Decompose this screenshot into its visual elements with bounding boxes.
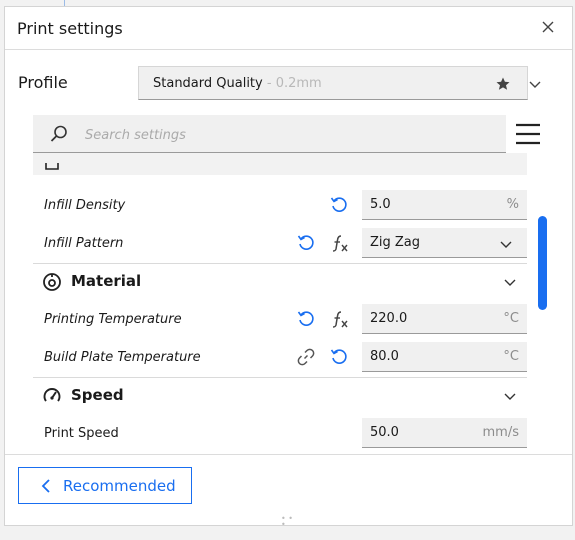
reset-icon[interactable] [296,309,316,329]
scrollbar-thumb[interactable] [538,216,547,310]
infill-pattern-dropdown[interactable]: Zig Zag [362,228,527,258]
setting-label: Printing Temperature [44,312,182,327]
setting-row-build-plate-temperature: Build Plate Temperature 80.0 °C [33,339,527,377]
field-value: 220.0 [370,311,408,326]
recommended-label: Recommended [63,477,176,495]
setting-label: Build Plate Temperature [44,350,201,365]
setting-row-infill-density: Infill Density 5.0 % [33,187,527,225]
menu-icon[interactable] [515,123,541,149]
reset-icon[interactable] [329,195,349,215]
setting-row-printing-temperature: Printing Temperature 220.0 °C [33,301,527,339]
recommended-button[interactable]: Recommended [18,467,192,504]
footer-divider [5,454,572,455]
profile-dropdown[interactable]: Standard Quality - 0.2mm [138,66,541,100]
setting-label: Infill Density [44,198,126,213]
category-material[interactable]: Material [33,263,527,301]
chevron-down-icon [527,76,543,96]
field-value: 80.0 [370,349,399,364]
chevron-down-icon [503,388,517,407]
chevron-down-icon [503,274,517,293]
field-unit: % [506,197,519,212]
chevron-down-icon [499,236,513,255]
profile-label: Profile [18,73,68,92]
print-speed-field[interactable]: 50.0 mm/s [362,418,527,448]
speed-icon [42,386,62,410]
setting-label: Infill Pattern [44,236,124,251]
setting-row-infill-pattern: Infill Pattern Zig Zag [33,225,527,263]
setting-label: Print Speed [44,426,119,441]
category-title: Speed [71,386,124,404]
profile-name-text: Standard Quality - 0.2mm [153,76,322,91]
settings-list: Infill Density 5.0 % Infill Pattern Zig … [33,153,527,449]
star-icon[interactable] [495,76,511,96]
field-unit: °C [503,349,519,364]
search-input[interactable] [83,123,487,147]
infill-density-field[interactable]: 5.0 % [362,190,527,220]
reset-icon[interactable] [329,347,349,367]
search-icon [49,124,69,148]
panel-title: Print settings [17,19,123,38]
search-bar [33,115,506,153]
build-plate-temperature-field[interactable]: 80.0 °C [362,342,527,372]
profile-name: Standard Quality [153,76,263,91]
printing-temperature-field[interactable]: 220.0 °C [362,304,527,334]
field-unit: mm/s [482,425,519,440]
resize-handle[interactable]: • • • [281,515,297,529]
field-value: 50.0 [370,425,399,440]
function-icon[interactable] [330,233,350,253]
field-unit: °C [503,311,519,326]
field-value: 5.0 [370,197,391,212]
panel-header: Print settings [5,7,572,50]
profile-layer-height: - 0.2mm [262,76,322,91]
field-value: Zig Zag [370,235,421,250]
material-icon [42,272,62,296]
category-title: Material [71,272,142,290]
function-icon[interactable] [330,309,350,329]
close-icon[interactable] [538,17,558,37]
setting-row-print-speed: Print Speed 50.0 mm/s [33,415,527,449]
category-header-partial [33,153,527,175]
category-speed[interactable]: Speed [33,377,527,415]
reset-icon[interactable] [296,233,316,253]
link-icon[interactable] [296,347,316,367]
chevron-left-icon [39,478,53,498]
print-settings-panel: Print settings Profile Standard Quality … [4,6,573,529]
